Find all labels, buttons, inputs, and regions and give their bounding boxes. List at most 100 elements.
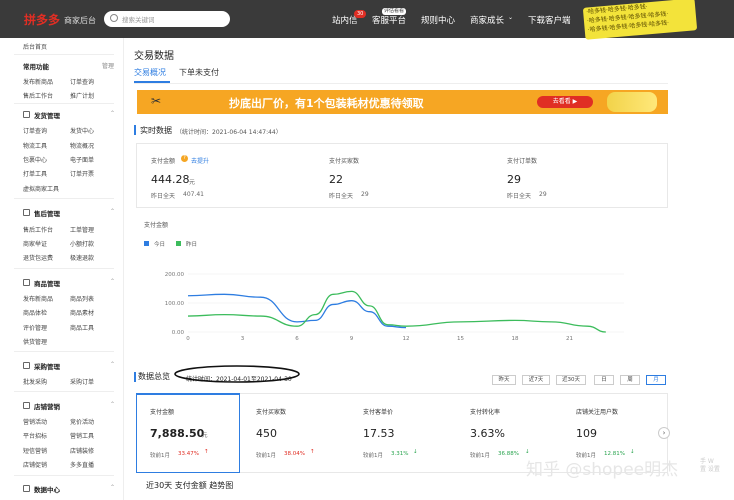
sidebar-item[interactable]: 评价管理: [23, 323, 47, 332]
next-arrow-icon[interactable]: ›: [658, 427, 670, 439]
sidebar-item[interactable]: 工单管理: [70, 225, 94, 234]
sidebar-item[interactable]: 商品列表: [70, 294, 94, 303]
sidebar-item[interactable]: 售后工作台: [23, 225, 53, 234]
sidebar-item[interactable]: 采购订单: [70, 377, 94, 386]
sidebar-item[interactable]: 店铺促销: [23, 460, 47, 469]
range-7days[interactable]: 近7天: [522, 375, 550, 385]
sidebar-item[interactable]: 商品体检: [23, 308, 47, 317]
sidebar-item[interactable]: 推广计划: [70, 91, 94, 100]
sidebar-manage[interactable]: 管理: [102, 61, 114, 70]
metric-label: 支付金额: [151, 158, 176, 165]
nav-download[interactable]: 下载客户端: [528, 14, 571, 26]
chevron-up-icon[interactable]: ⌃: [110, 401, 115, 408]
sidebar-item[interactable]: 发布新商品: [23, 77, 53, 86]
sidebar-item[interactable]: 极速退款: [70, 253, 94, 262]
info-icon[interactable]: ?: [181, 155, 188, 162]
sidebar-item[interactable]: 包裹中心: [23, 155, 47, 164]
range-30days[interactable]: 近30天: [556, 375, 586, 385]
sidebar-item[interactable]: 订单查询: [70, 77, 94, 86]
chevron-up-icon[interactable]: ⌃: [110, 484, 115, 491]
overview-label[interactable]: 支付金额: [150, 407, 174, 416]
sidebar-home[interactable]: 后台首页: [23, 42, 47, 51]
legend-today-swatch: [144, 241, 149, 246]
overview-label[interactable]: 支付转化率: [470, 407, 500, 416]
legend-today[interactable]: 今日: [154, 240, 165, 248]
banner-button[interactable]: 去看看 ▶: [537, 96, 593, 108]
range-month[interactable]: 月: [646, 375, 666, 385]
box-icon: [23, 279, 30, 286]
sidebar-item[interactable]: 多多直播: [70, 460, 94, 469]
sidebar-item[interactable]: 批发采购: [23, 377, 47, 386]
chevron-up-icon[interactable]: ⌃: [110, 361, 115, 368]
messages-badge: 30: [354, 10, 367, 18]
sidebar-item[interactable]: 商家举证: [23, 239, 47, 248]
new-badge: 评估看看: [382, 8, 407, 15]
sidebar-item[interactable]: 平台招标: [23, 431, 47, 440]
sidebar-item[interactable]: 供货管理: [23, 337, 47, 346]
sidebar-group-purchase[interactable]: 采购管理: [34, 361, 60, 371]
sidebar-item[interactable]: 订单开票: [70, 169, 94, 178]
realtime-card: 支付金额 ? 去提升 444.28 元 昨日全天 407.41 支付买家数 22…: [136, 143, 668, 208]
sidebar-group-marketing[interactable]: 店铺营销: [34, 401, 60, 411]
sidebar-item[interactable]: 退货包运费: [23, 253, 53, 262]
sidebar-item[interactable]: 商品工具: [70, 323, 94, 332]
sidebar-item[interactable]: 商品素材: [70, 308, 94, 317]
sidebar-item[interactable]: 订单查询: [23, 126, 47, 135]
overview-label[interactable]: 店铺关注用户数: [576, 407, 618, 416]
search-placeholder[interactable]: 搜索关键词: [122, 14, 155, 24]
x-tick-label: 21: [566, 336, 573, 340]
legend-yesterday[interactable]: 昨日: [186, 240, 197, 248]
sidebar-item[interactable]: 店铺装修: [70, 446, 94, 455]
promo-banner[interactable]: ✂ 抄底出厂价，有1个包装耗材优惠待领取 去看看 ▶: [137, 90, 668, 114]
sidebar-item[interactable]: 电子面单: [70, 155, 94, 164]
sidebar-item[interactable]: 物流概况: [70, 141, 94, 150]
overview-value: 3.63%: [470, 427, 505, 440]
nav-rules[interactable]: 规则中心: [421, 14, 455, 26]
overview-value: 450: [256, 427, 277, 440]
trend-title: 近30天 支付金额 趋势图: [146, 481, 234, 490]
metric-value: 29: [507, 173, 521, 186]
tab-unpaid[interactable]: 下单未支付: [179, 67, 219, 78]
sidebar-item[interactable]: 小额打款: [70, 239, 94, 248]
tape-image: [607, 92, 657, 112]
sidebar-item[interactable]: 发货中心: [70, 126, 94, 135]
search-box[interactable]: 搜索关键词: [104, 11, 230, 27]
x-tick-label: 12: [403, 336, 410, 340]
chevron-up-icon[interactable]: ⌃: [110, 278, 115, 285]
sidebar-item[interactable]: 短信营销: [23, 446, 47, 455]
range-week[interactable]: 周: [620, 375, 640, 385]
sidebar-item[interactable]: 售后工作台: [23, 91, 53, 100]
range-day[interactable]: 日: [594, 375, 614, 385]
y-tick-label: 200.00: [165, 272, 185, 278]
sidebar-group-data[interactable]: 数据中心: [34, 484, 60, 494]
sidebar-item[interactable]: 营销工具: [70, 431, 94, 440]
nav-growth[interactable]: 商家成长: [470, 14, 504, 26]
logo[interactable]: 拼多多: [24, 11, 60, 28]
sidebar-group-aftersale[interactable]: 售后管理: [34, 208, 60, 218]
sidebar-common: 常用功能: [23, 63, 49, 71]
sidebar-item[interactable]: 虚拟商家工具: [23, 184, 59, 193]
nav-customer-service[interactable]: 客服平台: [372, 14, 406, 26]
y-tick-label: 0.00: [172, 330, 185, 336]
sidebar-item[interactable]: 物流工具: [23, 141, 47, 150]
watermark: 知乎 @shopee明杰: [526, 460, 679, 480]
improve-link[interactable]: 去提升: [191, 156, 209, 165]
overview-label[interactable]: 支付买家数: [256, 407, 286, 416]
sidebar-item[interactable]: 营销活动: [23, 417, 47, 426]
sidebar-group-products[interactable]: 商品管理: [34, 278, 60, 288]
sidebar-item[interactable]: 打单工具: [23, 169, 47, 178]
y-tick-label: 100.00: [165, 301, 185, 307]
logo-subtitle: 商家后台: [64, 16, 96, 25]
overview-value: 109: [576, 427, 597, 440]
overview-label[interactable]: 支付客单价: [363, 407, 393, 416]
x-tick-label: 0: [186, 336, 190, 340]
sidebar-item[interactable]: 发布新商品: [23, 294, 53, 303]
change-pct: 3.31%: [391, 451, 409, 457]
sidebar-group-shipping[interactable]: 发货管理: [34, 110, 60, 120]
range-yesterday[interactable]: 昨天: [492, 375, 516, 385]
truck-icon: [23, 111, 30, 118]
sidebar-item[interactable]: 竞价活动: [70, 417, 94, 426]
tab-overview[interactable]: 交易概况: [134, 67, 166, 78]
chevron-up-icon[interactable]: ⌃: [110, 208, 115, 215]
chevron-up-icon[interactable]: ⌃: [110, 110, 115, 117]
